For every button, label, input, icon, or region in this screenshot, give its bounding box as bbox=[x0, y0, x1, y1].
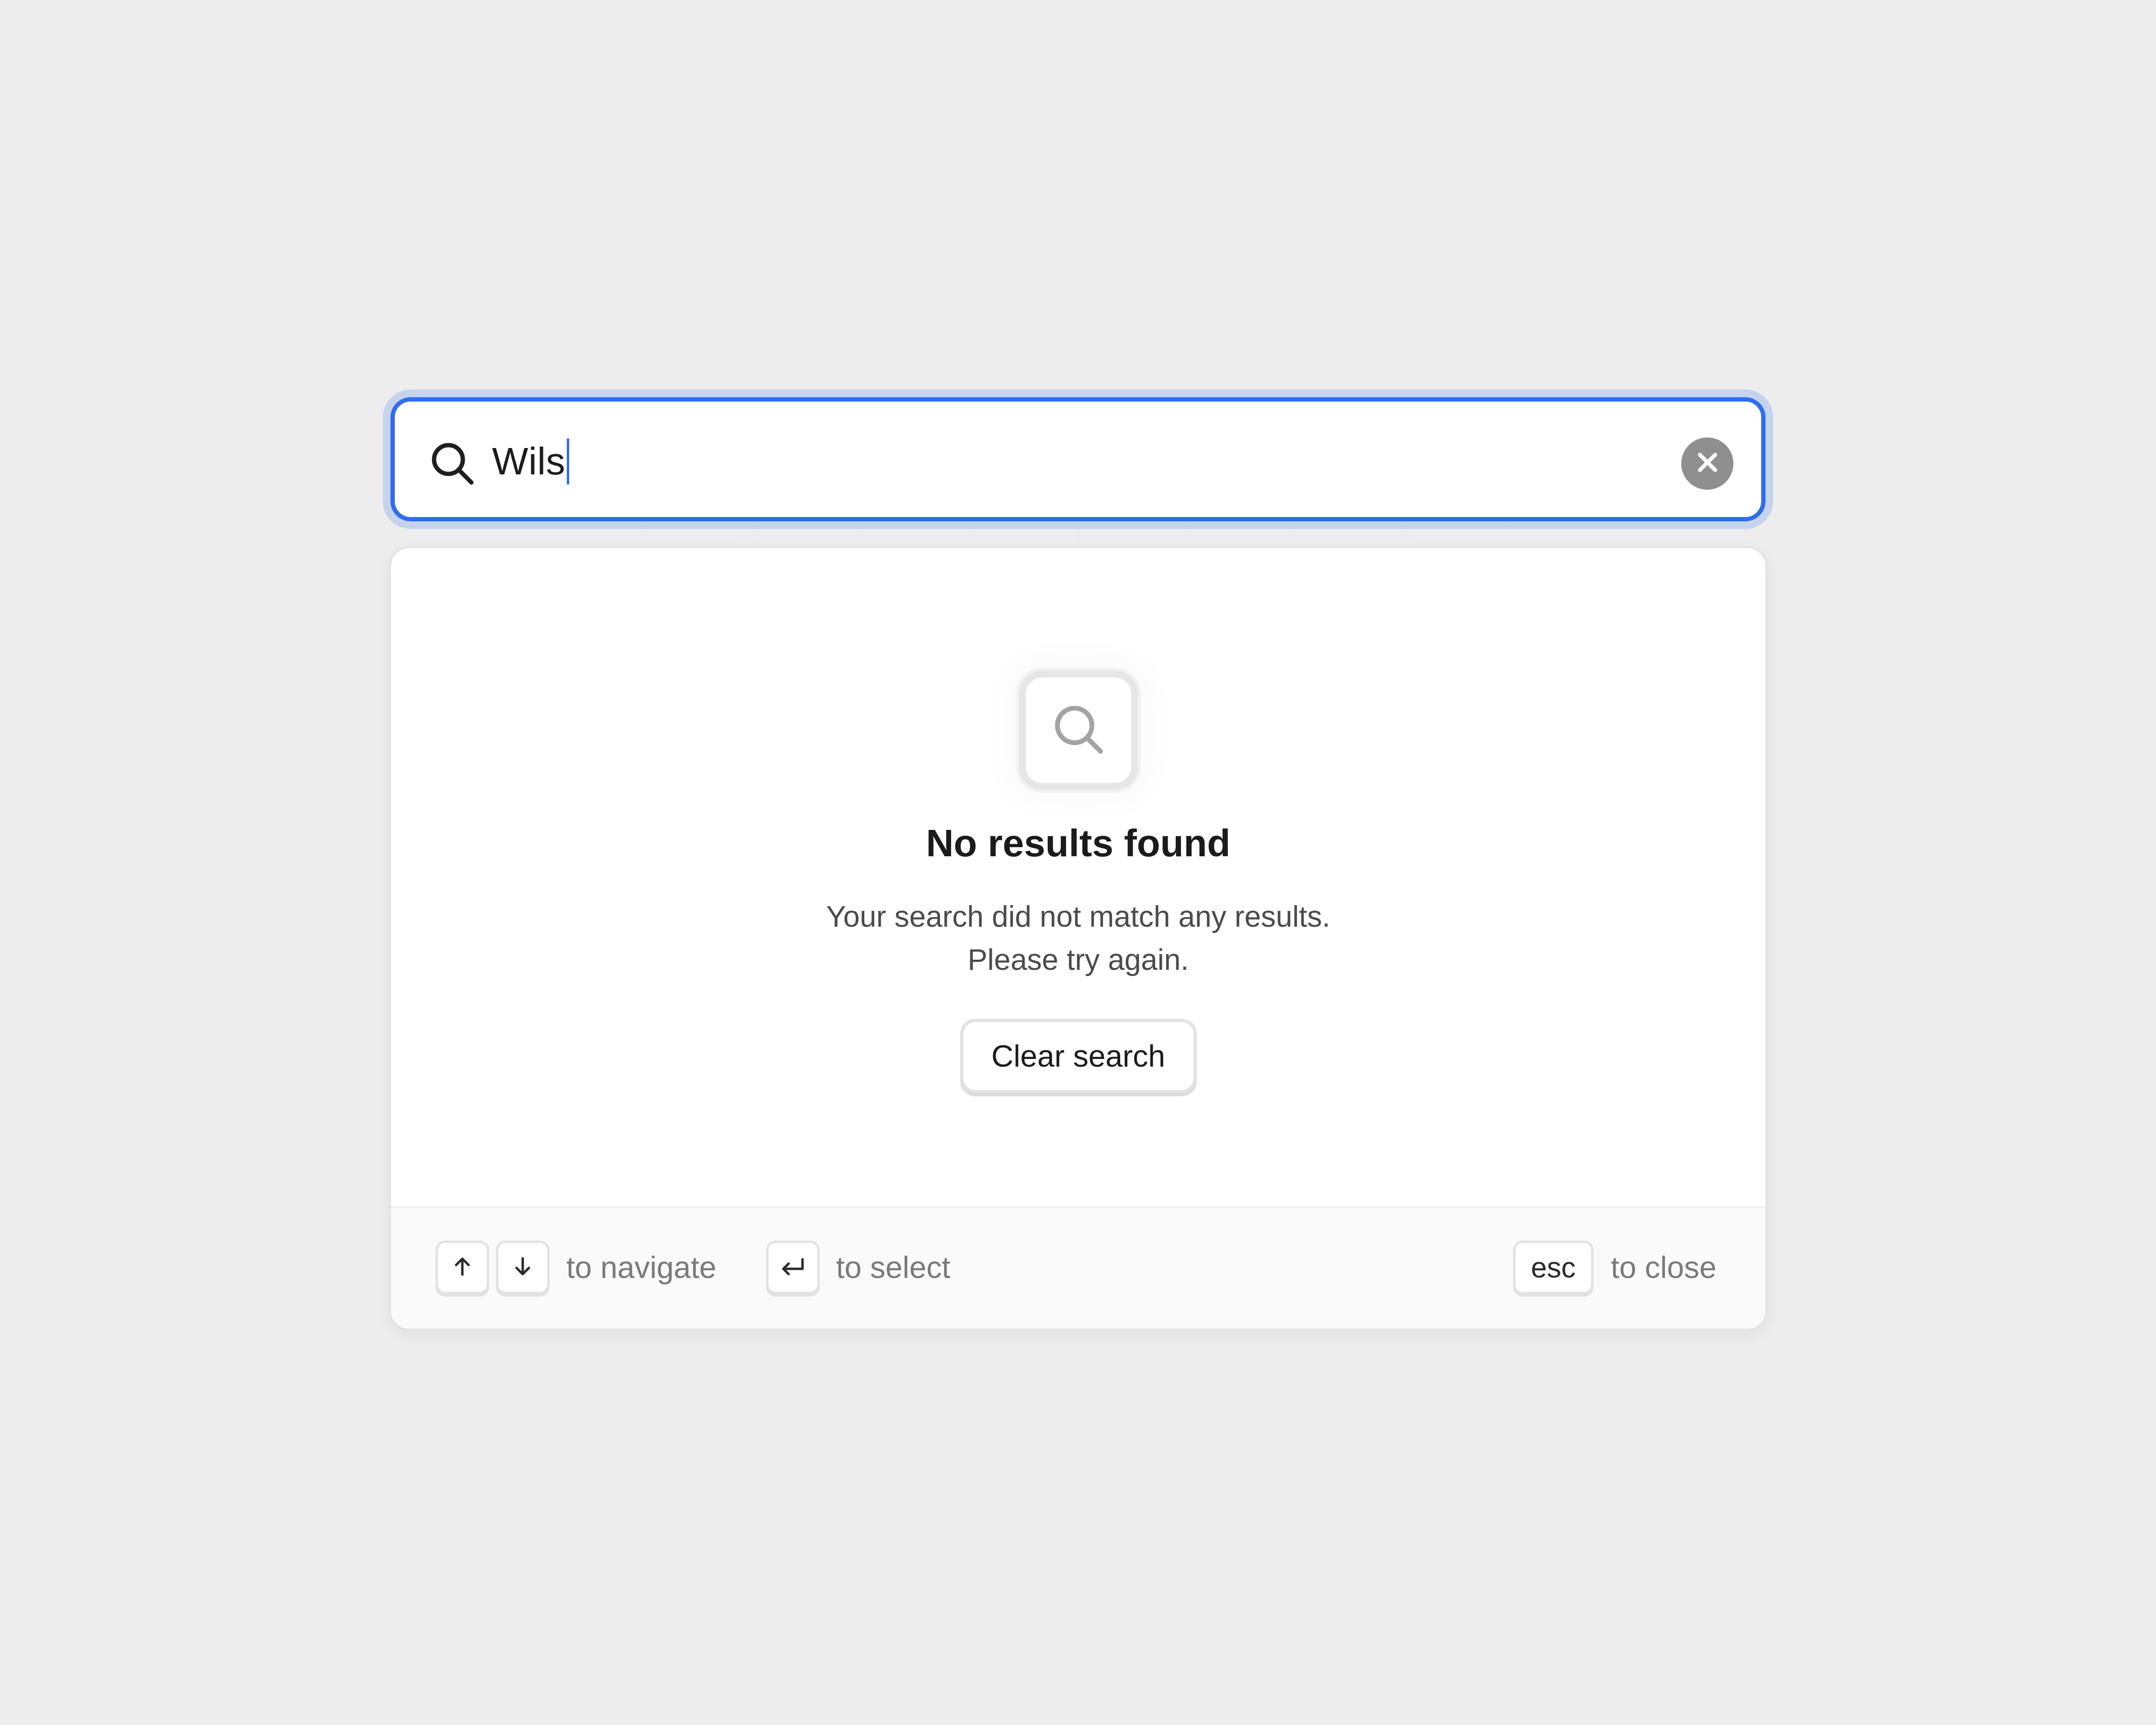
kbd-esc: esc bbox=[1513, 1241, 1594, 1294]
hint-navigate-label: to navigate bbox=[566, 1250, 717, 1285]
kbd-enter bbox=[766, 1241, 820, 1294]
enter-icon bbox=[779, 1254, 807, 1281]
hint-close-label: to close bbox=[1611, 1250, 1717, 1285]
empty-state-message-line-1: Your search did not match any results. bbox=[826, 900, 1330, 933]
empty-state-message: Your search did not match any results. P… bbox=[391, 896, 1766, 982]
search-input-value: Wils bbox=[492, 440, 566, 483]
close-icon bbox=[1694, 449, 1721, 478]
kbd-arrow-up bbox=[436, 1241, 489, 1294]
hint-select-label: to select bbox=[836, 1250, 951, 1285]
search-input[interactable]: Wils bbox=[492, 430, 570, 493]
clear-search-button[interactable]: Clear search bbox=[960, 1019, 1197, 1093]
kbd-esc-text: esc bbox=[1531, 1251, 1576, 1284]
results-panel: No results found Your search did not mat… bbox=[389, 546, 1767, 1331]
arrow-down-icon bbox=[511, 1254, 535, 1281]
empty-state-icon-box bbox=[1019, 671, 1138, 790]
empty-state-title: No results found bbox=[926, 822, 1231, 864]
clear-input-button[interactable] bbox=[1681, 437, 1733, 490]
empty-state: No results found Your search did not mat… bbox=[391, 548, 1766, 1210]
arrow-up-icon bbox=[450, 1254, 474, 1281]
search-icon bbox=[1050, 701, 1107, 760]
kbd-arrow-down bbox=[496, 1241, 550, 1294]
text-caret bbox=[567, 438, 570, 484]
search-icon bbox=[428, 439, 476, 487]
keyboard-hints-footer: to navigate to select esc to close bbox=[391, 1207, 1766, 1329]
search-bar[interactable]: Wils bbox=[390, 397, 1766, 521]
empty-state-message-line-2: Please try again. bbox=[967, 943, 1189, 977]
